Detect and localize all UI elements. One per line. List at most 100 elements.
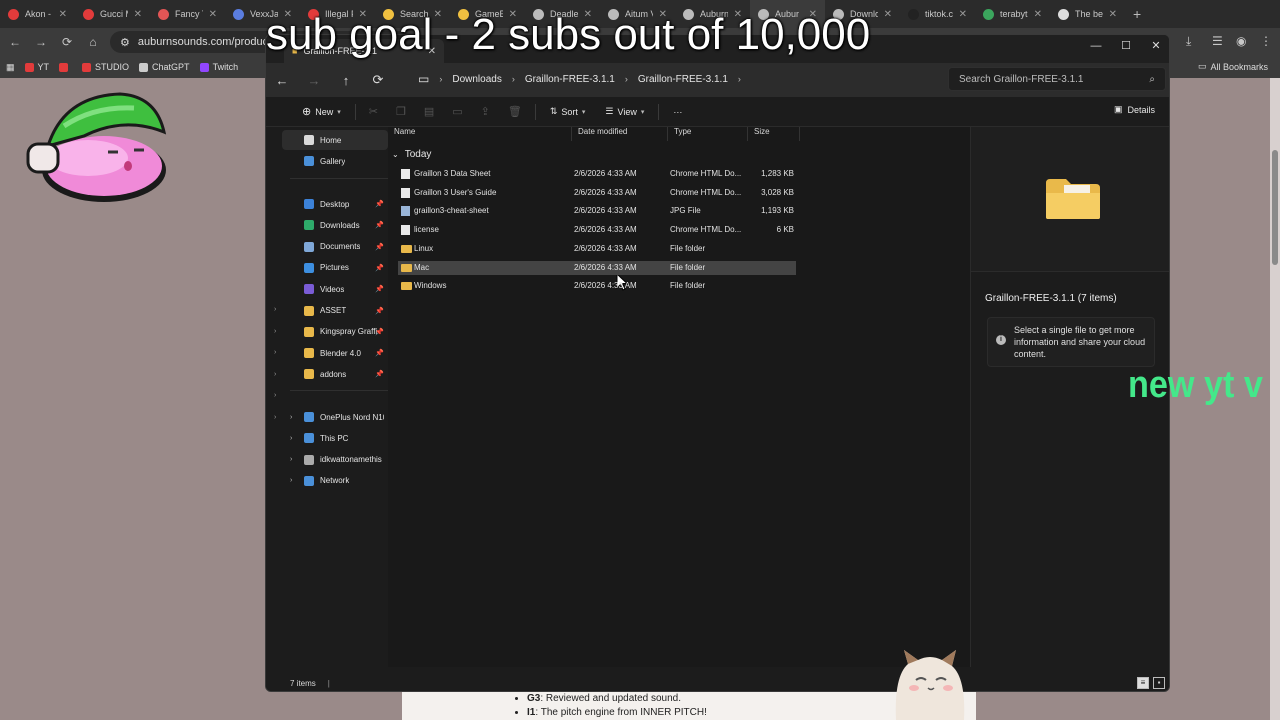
pin-icon[interactable]: 📌: [375, 200, 384, 208]
sidebar-item-pinned[interactable]: Blender 4.0 📌: [282, 343, 388, 363]
close-window-button[interactable]: ✕: [1141, 35, 1169, 57]
browser-tab[interactable]: The be ✕: [1050, 0, 1125, 28]
browser-tab[interactable]: Akon - ✕: [0, 0, 75, 28]
pin-icon[interactable]: 📌: [375, 243, 384, 251]
pin-icon[interactable]: 📌: [375, 264, 384, 272]
search-input[interactable]: Search Graillon-FREE-3.1.1 ⌕: [948, 67, 1166, 91]
extensions-icon[interactable]: ☰: [1212, 34, 1223, 48]
breadcrumb-item[interactable]: Graillon-FREE-3.1.1: [525, 74, 615, 85]
chevron-right-icon[interactable]: ›: [625, 74, 628, 84]
monitor-icon[interactable]: ▭: [418, 72, 429, 86]
sidebar-item-pinned[interactable]: ASSET 📌: [282, 301, 388, 321]
column-header-type[interactable]: Type: [668, 127, 748, 141]
browser-tab[interactable]: Gucci M ✕: [75, 0, 150, 28]
pin-icon[interactable]: 📌: [375, 307, 384, 315]
page-scrollbar-thumb[interactable]: [1272, 150, 1278, 265]
pin-icon[interactable]: 📌: [375, 349, 384, 357]
file-row[interactable]: Graillon 3 User's Guide 2/6/2026 4:33 AM C…: [398, 186, 796, 200]
browser-tab[interactable]: terabyt ✕: [975, 0, 1050, 28]
sidebar-item-pinned[interactable]: Documents 📌: [282, 237, 388, 257]
pin-icon[interactable]: 📌: [375, 221, 384, 229]
view-button[interactable]: ☰ View ▾: [595, 100, 654, 124]
chevron-right-icon[interactable]: ›: [274, 392, 276, 399]
sidebar-item-pinned[interactable]: Pictures 📌: [282, 258, 388, 278]
chevron-right-icon[interactable]: ›: [290, 414, 292, 421]
cut-icon[interactable]: ✂: [360, 100, 387, 124]
chevron-right-icon[interactable]: ›: [274, 306, 276, 313]
chevron-right-icon[interactable]: ›: [290, 435, 292, 442]
bookmark-item[interactable]: YT: [24, 62, 49, 72]
chevron-right-icon[interactable]: ›: [274, 371, 276, 378]
tiles-view-icon[interactable]: ▪: [1153, 677, 1165, 689]
home-icon[interactable]: ⌂: [84, 35, 102, 49]
bookmark-item[interactable]: STUDIO: [82, 62, 129, 72]
close-tab-icon[interactable]: ✕: [209, 9, 217, 20]
chevron-right-icon[interactable]: ›: [738, 74, 741, 84]
breadcrumb-item[interactable]: Downloads: [452, 74, 501, 85]
back-icon[interactable]: ←: [6, 35, 24, 49]
site-info-icon[interactable]: ⚙: [120, 36, 130, 49]
file-row[interactable]: Windows 2/6/2026 4:33 AM File folder: [398, 279, 796, 293]
chevron-right-icon[interactable]: ›: [274, 414, 276, 421]
browser-tab[interactable]: Fancy Ta ✕: [150, 0, 225, 28]
bookmark-item[interactable]: ChatGPT: [139, 62, 190, 72]
back-button[interactable]: ←: [266, 73, 298, 88]
more-options-button[interactable]: ···: [663, 100, 692, 124]
file-row[interactable]: license 2/6/2026 4:33 AM Chrome HTML Do...…: [398, 223, 796, 237]
file-row[interactable]: Mac 2/6/2026 4:33 AM File folder: [398, 260, 796, 275]
chevron-right-icon[interactable]: ›: [290, 477, 292, 484]
rename-icon[interactable]: ▭: [443, 100, 471, 124]
sidebar-item-location[interactable]: › idkwattonamethis (: [282, 450, 388, 470]
pin-icon[interactable]: 📌: [375, 370, 384, 378]
pin-icon[interactable]: 📌: [375, 328, 384, 336]
sidebar-item-pinned[interactable]: Desktop 📌: [282, 194, 388, 214]
sidebar-item-location[interactable]: › OnePlus Nord N10: [282, 407, 388, 427]
close-tab-icon[interactable]: ✕: [1034, 9, 1042, 20]
file-row[interactable]: graillon3-cheat-sheet 2/6/2026 4:33 AM JPG…: [398, 204, 796, 218]
close-tab-icon[interactable]: ✕: [1109, 9, 1117, 20]
details-button[interactable]: ▣ Details: [1114, 104, 1155, 115]
sidebar-item-gallery[interactable]: Gallery: [282, 151, 388, 171]
sidebar-item-home[interactable]: Home: [282, 130, 388, 150]
menu-icon[interactable]: ⋮: [1260, 34, 1272, 48]
delete-icon[interactable]: 🗑: [499, 100, 531, 124]
new-button[interactable]: ⊕ New ▾: [292, 100, 351, 124]
forward-button[interactable]: →: [298, 73, 330, 88]
sidebar-item-pinned[interactable]: Videos 📌: [282, 279, 388, 299]
paste-icon[interactable]: ▤: [415, 100, 443, 124]
profile-avatar[interactable]: ◉: [1236, 34, 1246, 48]
up-button[interactable]: ↑: [330, 73, 362, 88]
chevron-right-icon[interactable]: ›: [290, 456, 292, 463]
sidebar-item-location[interactable]: › This PC: [282, 428, 388, 448]
close-tab-icon[interactable]: ✕: [59, 9, 67, 20]
copy-icon[interactable]: ❐: [387, 100, 415, 124]
bookmark-item[interactable]: Twitch: [199, 62, 238, 72]
file-row[interactable]: Graillon 3 Data Sheet 2/6/2026 4:33 AM Chr…: [398, 167, 796, 181]
maximize-button[interactable]: ☐: [1111, 35, 1141, 57]
all-bookmarks[interactable]: ▭ All Bookmarks: [1198, 61, 1268, 72]
close-tab-icon[interactable]: ✕: [959, 9, 967, 20]
pin-icon[interactable]: 📌: [375, 285, 384, 293]
refresh-button[interactable]: ⟳: [362, 72, 394, 88]
breadcrumb-item[interactable]: Graillon-FREE-3.1.1: [638, 74, 728, 85]
sidebar-item-pinned[interactable]: Kingspray Graffi 📌: [282, 322, 388, 342]
bookmark-item[interactable]: [59, 62, 72, 72]
file-row[interactable]: Linux 2/6/2026 4:33 AM File folder: [398, 242, 796, 256]
column-header-date[interactable]: Date modified: [572, 127, 668, 141]
chevron-right-icon[interactable]: ›: [512, 74, 515, 84]
sidebar-item-location[interactable]: › Network: [282, 471, 388, 491]
apps-icon[interactable]: ▦: [6, 62, 15, 73]
minimize-button[interactable]: —: [1081, 35, 1111, 57]
column-header-name[interactable]: Name: [388, 127, 572, 141]
details-view-icon[interactable]: ≡: [1137, 677, 1149, 689]
share-icon[interactable]: ⇪: [472, 100, 499, 124]
forward-icon[interactable]: →: [32, 35, 50, 49]
new-tab-button[interactable]: +: [1125, 6, 1149, 22]
sidebar-item-pinned[interactable]: Downloads 📌: [282, 215, 388, 235]
group-header-today[interactable]: ⌄ Today: [392, 149, 431, 160]
download-icon[interactable]: ⤓: [1186, 34, 1191, 49]
chevron-right-icon[interactable]: ›: [439, 74, 442, 84]
chevron-right-icon[interactable]: ›: [274, 328, 276, 335]
reload-icon[interactable]: ⟳: [58, 35, 76, 49]
sidebar-item-pinned[interactable]: addons 📌: [282, 364, 388, 384]
